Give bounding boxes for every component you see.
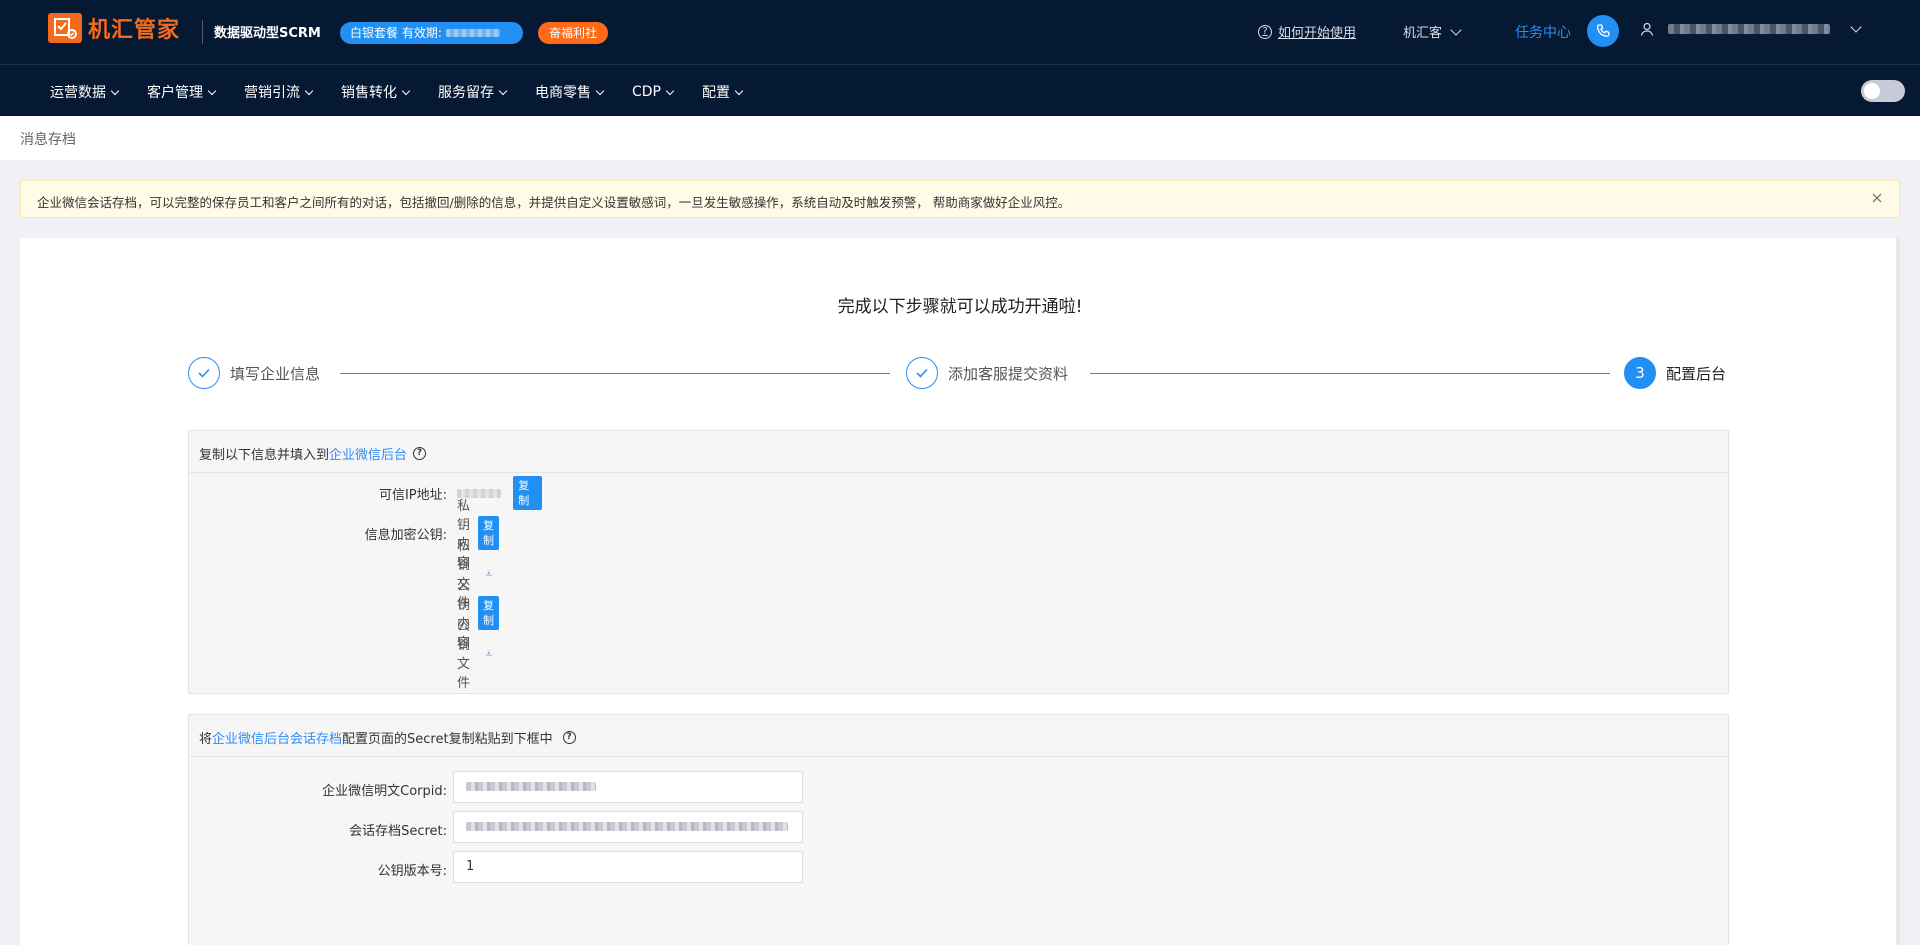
page-title: 完成以下步骤就可以成功开通啦! — [837, 297, 1083, 317]
chevron-down-icon — [734, 86, 744, 95]
main-nav: 运营数据 客户管理 营销引流 销售转化 服务留存 电商零售 CDP 配置 — [0, 64, 1920, 116]
section-header-suffix: 配置页面的Secret复制粘贴到下框中 — [342, 732, 553, 747]
nav-label: 营销引流 — [244, 85, 300, 101]
wecom-archive-link[interactable]: 企业微信后台会话存档 — [212, 728, 342, 747]
corpid-input[interactable] — [453, 771, 803, 803]
nav-item-operations-data[interactable]: 运营数据 — [50, 82, 120, 102]
help-icon[interactable]: ? — [562, 731, 576, 744]
nav-label: 运营数据 — [50, 85, 106, 101]
scrollbar[interactable] — [1896, 238, 1900, 945]
secret-config-section: 将 企业微信后台会话存档 配置页面的Secret复制粘贴到下框中 ? 企业微信明… — [188, 714, 1729, 945]
main-card: 完成以下步骤就可以成功开通啦! 填写企业信息 添加客服提交资料 3 配置后台 复… — [20, 238, 1900, 945]
chevron-down-icon — [304, 86, 314, 95]
phone-icon — [1596, 24, 1610, 37]
question-icon: ? — [1258, 24, 1272, 39]
breadcrumb: 消息存档 — [20, 132, 76, 148]
welfare-badge[interactable]: 奋福利社 — [538, 22, 608, 44]
secret-label: 会话存档Secret: — [349, 824, 447, 839]
logo-text: 机汇管家 — [88, 18, 181, 43]
package-badge[interactable]: 白银套餐 有效期: — [340, 22, 523, 44]
encrypt-key-label: 信息加密公钥: — [364, 527, 447, 543]
chevron-down-icon — [595, 86, 605, 95]
corpid-label: 企业微信明文Corpid: — [322, 784, 447, 799]
header-slogan: 数据驱动型SCRM — [214, 26, 321, 41]
package-expiry-redacted — [445, 29, 500, 37]
toggle-knob — [1864, 83, 1880, 99]
brand-select-label: 机汇客 — [1403, 26, 1443, 41]
nav-item-marketing[interactable]: 营销引流 — [244, 82, 314, 102]
section-header: 复制以下信息并填入到 企业微信后台 ? — [189, 431, 1728, 473]
help-link-label: 如何开始使用 — [1278, 26, 1357, 41]
top-header: 机汇管家 数据驱动型SCRM 白银套餐 有效期: 奋福利社 ? 如何开始使用 机… — [0, 0, 1920, 64]
info-alert: 企业微信会话存档，可以完整的保存员工和客户之间所有的对话，包括撤回/删除的信息，… — [20, 180, 1900, 218]
public-key-file-label: 公钥文件 — [457, 619, 471, 691]
chevron-down-icon — [665, 86, 675, 95]
step-number: 3 — [1624, 357, 1656, 389]
copy-info-section: 复制以下信息并填入到 企业微信后台 ? 可信IP地址: 复制 信息加密公钥: 私… — [188, 430, 1729, 694]
nav-label: CDP — [632, 84, 661, 100]
trusted-ip-label: 可信IP地址: — [378, 487, 447, 503]
logo-icon — [48, 13, 82, 43]
nav-label: 客户管理 — [147, 85, 203, 101]
step-label: 添加客服提交资料 — [948, 364, 1069, 383]
package-badge-label: 白银套餐 有效期: — [350, 26, 442, 40]
step-connector — [340, 373, 890, 374]
nav-item-cdp[interactable]: CDP — [632, 82, 675, 102]
section-header-prefix: 将 — [199, 732, 213, 747]
breadcrumb-bar: 消息存档 — [0, 116, 1920, 160]
section-header-text: 复制以下信息并填入到 — [199, 448, 330, 463]
nav-label: 电商零售 — [535, 85, 591, 101]
step-label: 配置后台 — [1666, 364, 1727, 383]
nav-label: 配置 — [702, 85, 730, 101]
nav-item-customer-management[interactable]: 客户管理 — [147, 82, 217, 102]
task-center-link[interactable]: 任务中心 — [1515, 22, 1571, 42]
nav-item-service-retention[interactable]: 服务留存 — [438, 82, 508, 102]
check-icon — [906, 357, 938, 389]
nav-item-settings[interactable]: 配置 — [702, 82, 744, 102]
step-2: 添加客服提交资料 — [906, 357, 1068, 389]
nav-label: 销售转化 — [341, 85, 397, 101]
corpid-value-redacted — [466, 782, 596, 791]
secret-input[interactable] — [453, 811, 803, 843]
user-name-redacted — [1668, 24, 1830, 34]
close-icon[interactable] — [1871, 192, 1883, 204]
section-header: 将 企业微信后台会话存档 配置页面的Secret复制粘贴到下框中 ? — [189, 715, 1728, 757]
secret-value-redacted — [466, 822, 788, 831]
nav-item-sales-conversion[interactable]: 销售转化 — [341, 82, 411, 102]
check-icon — [188, 357, 220, 389]
nav-item-ecommerce[interactable]: 电商零售 — [535, 82, 605, 102]
chevron-down-icon — [498, 86, 508, 95]
brand-select[interactable]: 机汇客 — [1403, 22, 1462, 41]
step-3: 3 配置后台 — [1624, 357, 1726, 389]
header-divider — [202, 20, 203, 44]
chevron-down-icon — [110, 86, 120, 95]
theme-toggle[interactable] — [1861, 80, 1905, 102]
brand-logo[interactable]: 机汇管家 — [48, 12, 180, 44]
help-icon[interactable]: ? — [413, 447, 427, 460]
version-input[interactable]: 1 — [453, 851, 803, 883]
user-menu[interactable] — [1640, 21, 1862, 36]
step-connector — [1090, 373, 1610, 374]
step-label: 填写企业信息 — [230, 364, 321, 383]
chevron-down-icon — [401, 86, 411, 95]
chevron-down-icon — [1450, 23, 1462, 36]
user-icon — [1640, 22, 1654, 36]
chevron-down-icon — [207, 86, 217, 95]
wecom-admin-link[interactable]: 企业微信后台 — [329, 444, 407, 463]
chevron-down-icon — [1850, 21, 1862, 33]
download-icon[interactable] — [486, 646, 492, 660]
nav-label: 服务留存 — [438, 85, 494, 101]
version-label: 公钥版本号: — [377, 864, 447, 879]
alert-text: 企业微信会话存档，可以完整的保存员工和客户之间所有的对话，包括撤回/删除的信息，… — [37, 195, 1071, 210]
help-link[interactable]: ? 如何开始使用 — [1258, 22, 1356, 41]
copy-ip-button[interactable]: 复制 — [513, 476, 542, 510]
step-1: 填写企业信息 — [188, 357, 320, 389]
phone-button[interactable] — [1587, 15, 1619, 47]
